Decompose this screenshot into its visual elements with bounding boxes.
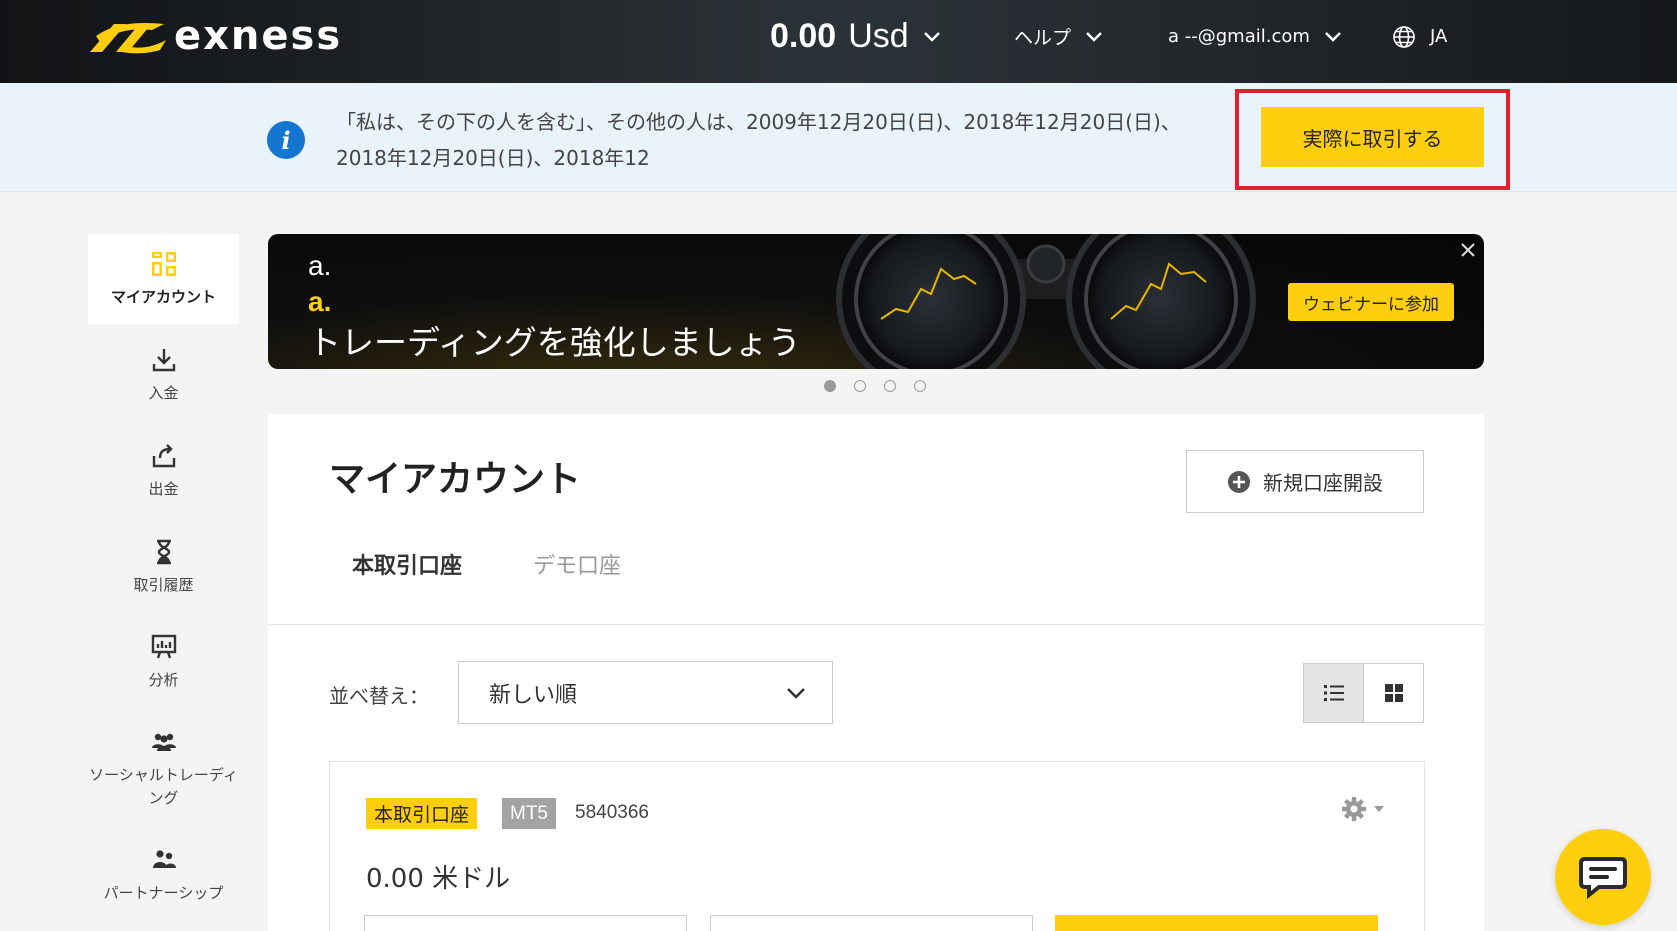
platform-badge: MT5	[502, 798, 556, 829]
help-menu[interactable]: ヘルプ	[1014, 0, 1103, 73]
trade-real-button[interactable]: 実際に取引する	[1261, 107, 1484, 167]
account-trade-button[interactable]	[1055, 915, 1378, 931]
join-webinar-button[interactable]: ウェビナーに参加	[1288, 283, 1454, 321]
sidebar-item-partnership[interactable]: パートナーシップ	[88, 846, 239, 905]
chevron-down-icon	[1325, 31, 1341, 42]
sidebar-item-label: 取引履歴	[133, 576, 194, 594]
list-view-button[interactable]	[1304, 664, 1364, 722]
open-new-account-label: 新規口座開設	[1263, 471, 1383, 495]
upload-icon	[152, 444, 175, 468]
tab-demo-accounts[interactable]: デモ口座	[533, 548, 621, 580]
binoculars-illustration	[836, 234, 1256, 369]
partners-icon	[152, 850, 176, 868]
exness-logo-mark-icon	[90, 23, 166, 54]
tab-real-accounts[interactable]: 本取引口座	[352, 548, 462, 580]
sidebar-item-label: パートナーシップ	[103, 884, 224, 902]
user-menu[interactable]: a --@gmail.com	[1168, 0, 1342, 73]
chat-support-button[interactable]	[1555, 829, 1651, 925]
sidebar-item-label: マイアカウント	[110, 288, 216, 306]
sort-select[interactable]: 新しい順	[458, 661, 833, 724]
sidebar-item-label: 入金	[148, 384, 179, 402]
group-icon	[151, 733, 176, 751]
sort-value: 新しい順	[489, 682, 578, 708]
grid-icon	[1384, 684, 1403, 702]
account-number: 5840366	[575, 802, 649, 823]
sidebar-item-social-trading[interactable]: ソーシャルトレーディング	[88, 728, 239, 810]
balance-amount: 0.00	[770, 17, 837, 55]
account-type-badge: 本取引口座	[366, 798, 478, 829]
divider	[268, 624, 1484, 625]
list-icon	[1323, 685, 1344, 701]
sidebar-item-my-account[interactable]: マイアカウント	[88, 234, 239, 324]
sidebar-item-history[interactable]: 取引履歴	[88, 538, 239, 597]
language-code: JA	[1430, 26, 1448, 47]
sidebar-item-withdraw[interactable]: 出金	[88, 442, 239, 501]
close-icon[interactable]	[1458, 240, 1478, 260]
view-toggle	[1303, 663, 1424, 723]
accounts-card: マイアカウント 新規口座開設 本取引口座 デモ口座 並べ替え： 新しい順 本取引…	[268, 414, 1484, 931]
banner-line2: a.	[308, 286, 332, 317]
chevron-down-icon	[787, 688, 805, 699]
help-label: ヘルプ	[1014, 27, 1072, 49]
chevron-down-icon	[1086, 31, 1102, 42]
hourglass-icon	[156, 539, 171, 565]
open-new-account-button[interactable]: 新規口座開設	[1186, 450, 1424, 513]
account-balance: 0.00 米ドル	[366, 864, 511, 894]
brand-logo[interactable]: exness	[86, 13, 343, 59]
sidebar-item-analytics[interactable]: 分析	[88, 633, 239, 692]
notice-text: 「私は、その下の人を含む」、その他の人は、2009年12月20日(日)、2018…	[336, 110, 1181, 170]
promo-banner[interactable]: a. a. トレーディングを強化しましょう ウェビナーに参加	[268, 234, 1484, 369]
globe-icon	[1393, 25, 1415, 48]
sidebar-item-deposit[interactable]: 入金	[88, 346, 239, 405]
carousel-dot[interactable]	[824, 380, 836, 392]
sidebar-item-label: ソーシャルトレーディング	[89, 766, 238, 807]
sidebar-item-label: 出金	[148, 480, 179, 498]
info-icon: i	[267, 121, 305, 159]
carousel-dots	[824, 380, 926, 392]
page-title: マイアカウント	[329, 459, 582, 500]
account-action-button[interactable]	[364, 915, 687, 931]
top-bar: exness 0.00 Usd ヘルプ a --@gmail.com JA	[0, 0, 1677, 83]
carousel-dot[interactable]	[884, 380, 896, 392]
account-action-button[interactable]	[710, 915, 1033, 931]
carousel-dot[interactable]	[914, 380, 926, 392]
analytics-icon	[151, 634, 176, 659]
chat-bubble-icon	[1579, 857, 1627, 899]
sidebar-item-label: 分析	[148, 671, 179, 689]
balance-currency: Usd	[848, 17, 909, 55]
download-icon	[152, 349, 175, 372]
banner-title: トレーディングを強化しましょう	[308, 323, 801, 362]
chevron-down-icon	[923, 31, 940, 42]
user-email: a --@gmail.com	[1168, 26, 1310, 47]
brand-name: exness	[174, 13, 343, 59]
carousel-dot[interactable]	[854, 380, 866, 392]
balance-dropdown[interactable]: 0.00 Usd	[770, 0, 941, 73]
sort-label: 並べ替え：	[329, 684, 429, 708]
plus-circle-icon	[1228, 470, 1250, 493]
grid-view-button[interactable]	[1364, 664, 1423, 722]
dashboard-icon	[151, 252, 176, 276]
banner-line1: a.	[308, 250, 332, 281]
language-selector[interactable]: JA	[1392, 0, 1447, 73]
gear-icon[interactable]	[1340, 795, 1390, 823]
account-card: 本取引口座 MT5 5840366 0.00 米ドル	[329, 761, 1425, 931]
